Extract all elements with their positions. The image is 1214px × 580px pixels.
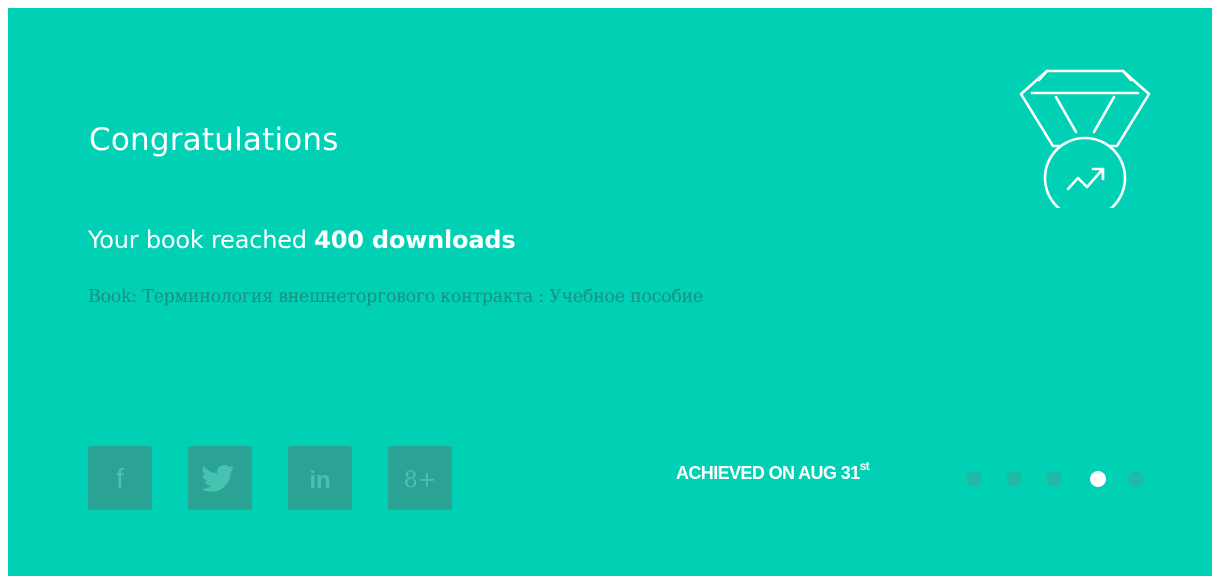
pager-dot-3[interactable] [1046,471,1062,487]
headline-count: 400 downloads [314,226,516,254]
achievement-card: Congratulations Your book reached 400 do… [8,8,1212,576]
achievement-headline: Your book reached 400 downloads [88,226,516,254]
twitter-icon [201,465,234,492]
pager-dot-4[interactable] [1090,471,1106,487]
achieved-text: ACHIEVED ON AUG 31 [676,463,860,483]
google-plus-icon: 8+ [404,468,436,493]
svg-text:8+: 8+ [404,468,436,493]
headline-prefix: Your book reached [88,226,307,254]
pager-dot-1[interactable] [966,471,982,487]
pager-dot-2[interactable] [1006,471,1022,487]
facebook-share-button[interactable]: f [88,446,152,510]
book-title: Book: Терминология внешнеторгового контр… [88,287,703,307]
linkedin-icon: in [309,467,330,494]
linkedin-share-button[interactable]: in [288,446,352,510]
medal-trend-icon [1019,69,1151,208]
achieved-suffix: st [859,459,870,473]
twitter-share-button[interactable] [188,446,252,510]
pager-dot-5[interactable] [1128,471,1144,487]
google-plus-share-button[interactable]: 8+ [388,446,452,510]
achieved-date: ACHIEVED ON AUG 31st [676,459,870,484]
svg-text:in: in [309,467,330,494]
page-title: Congratulations [89,122,339,158]
svg-text:f: f [116,463,124,494]
facebook-icon: f [116,463,124,494]
